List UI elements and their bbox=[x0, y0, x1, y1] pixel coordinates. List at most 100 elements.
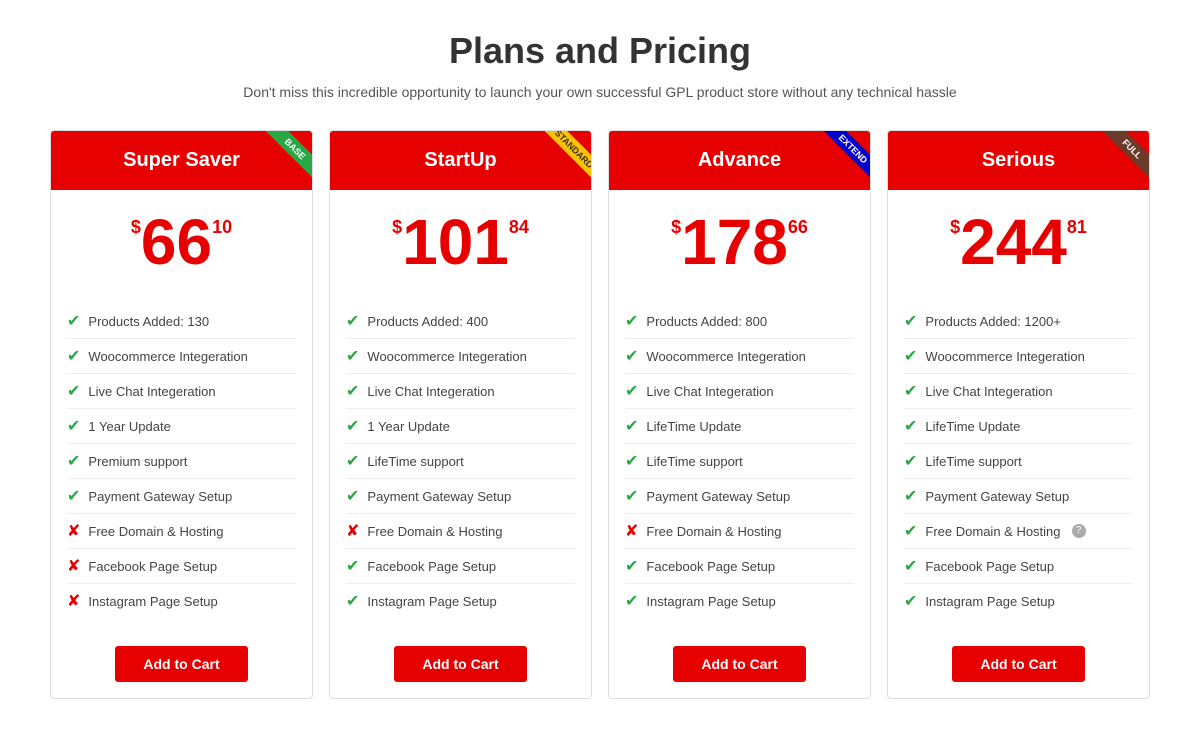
feature-item: ✔Live Chat Integeration bbox=[625, 374, 854, 409]
plan-footer-startup: Add to Cart bbox=[330, 634, 591, 698]
feature-text: LifeTime support bbox=[925, 454, 1021, 469]
feature-item: ✘Instagram Page Setup bbox=[67, 584, 296, 618]
help-icon[interactable]: ? bbox=[1072, 524, 1086, 538]
add-to-cart-button-serious[interactable]: Add to Cart bbox=[952, 646, 1084, 682]
cross-icon: ✘ bbox=[625, 521, 638, 541]
plan-badge-serious: FULL bbox=[1089, 131, 1149, 190]
feature-item: ✔ Woocommerce Integeration bbox=[67, 339, 296, 374]
plan-header-startup: StartUpSTANDARD bbox=[330, 131, 591, 190]
feature-item: ✔Free Domain & Hosting? bbox=[904, 514, 1133, 549]
cross-icon: ✘ bbox=[346, 521, 359, 541]
feature-text: Payment Gateway Setup bbox=[646, 489, 790, 504]
feature-item: ✔LifeTime Update bbox=[904, 409, 1133, 444]
page-title: Plans and Pricing bbox=[449, 30, 751, 72]
feature-text: LifeTime Update bbox=[646, 419, 741, 434]
feature-item: ✘Free Domain & Hosting bbox=[67, 514, 296, 549]
feature-item: ✔ Instagram Page Setup bbox=[904, 584, 1133, 618]
check-icon: ✔ bbox=[904, 486, 917, 506]
feature-text: LifeTime Update bbox=[925, 419, 1020, 434]
price-cents-serious: 81 bbox=[1067, 218, 1087, 236]
cross-icon: ✘ bbox=[67, 556, 80, 576]
feature-text: Payment Gateway Setup bbox=[88, 489, 232, 504]
plan-badge-advance: EXTEND bbox=[810, 131, 870, 190]
page-subtitle: Don't miss this incredible opportunity t… bbox=[243, 84, 956, 100]
check-icon: ✔ bbox=[904, 556, 917, 576]
check-icon: ✔ bbox=[346, 381, 359, 401]
plan-card-startup: StartUpSTANDARD $10184 ✔Products Added: 40… bbox=[329, 130, 592, 699]
feature-text: Woocommerce Integeration bbox=[925, 349, 1084, 364]
price-main-super-saver: 66 bbox=[141, 210, 212, 274]
check-icon: ✔ bbox=[346, 591, 359, 611]
feature-text: Free Domain & Hosting bbox=[88, 524, 223, 539]
check-icon: ✔ bbox=[67, 311, 80, 331]
feature-text: Products Added: 1200+ bbox=[925, 314, 1061, 329]
feature-item: ✔ LifeTime support bbox=[904, 444, 1133, 479]
check-icon: ✔ bbox=[904, 311, 917, 331]
plan-badge-startup: STANDARD bbox=[531, 131, 591, 190]
add-to-cart-button-super-saver[interactable]: Add to Cart bbox=[115, 646, 247, 682]
feature-text: Payment Gateway Setup bbox=[925, 489, 1069, 504]
feature-text: LifeTime support bbox=[367, 454, 463, 469]
plan-badge-label-serious: FULL bbox=[1102, 131, 1149, 179]
price-cents-super-saver: 10 bbox=[212, 218, 232, 236]
feature-text: Free Domain & Hosting bbox=[367, 524, 502, 539]
check-icon: ✔ bbox=[67, 346, 80, 366]
check-icon: ✔ bbox=[625, 556, 638, 576]
price-main-advance: 178 bbox=[681, 210, 788, 274]
feature-text: Facebook Page Setup bbox=[88, 559, 217, 574]
feature-text: Woocommerce Integeration bbox=[88, 349, 247, 364]
feature-item: ✔ Live Chat Integeration bbox=[904, 374, 1133, 409]
plan-features-startup: ✔Products Added: 400 ✔ Woocommerce Integer… bbox=[330, 294, 591, 634]
plan-footer-serious: Add to Cart bbox=[888, 634, 1149, 698]
plan-badge-label-startup: STANDARD bbox=[544, 131, 591, 179]
feature-text: Instagram Page Setup bbox=[925, 594, 1054, 609]
price-cents-startup: 84 bbox=[509, 218, 529, 236]
feature-text: Products Added: 800 bbox=[646, 314, 767, 329]
feature-item: ✘ Free Domain & Hosting bbox=[625, 514, 854, 549]
plan-badge-label-advance: EXTEND bbox=[823, 131, 870, 179]
feature-text: Free Domain & Hosting bbox=[646, 524, 781, 539]
feature-text: Premium support bbox=[88, 454, 187, 469]
plan-price-startup: $10184 bbox=[330, 190, 591, 294]
price-cents-advance: 66 bbox=[788, 218, 808, 236]
feature-text: Woocommerce Integeration bbox=[646, 349, 805, 364]
feature-item: ✔Live Chat Integeration bbox=[67, 374, 296, 409]
check-icon: ✔ bbox=[904, 381, 917, 401]
feature-text: Live Chat Integeration bbox=[88, 384, 215, 399]
feature-item: ✔Products Added: 400 bbox=[346, 304, 575, 339]
feature-item: ✔Instagram Page Setup bbox=[625, 584, 854, 618]
feature-item: ✔Facebook Page Setup bbox=[904, 549, 1133, 584]
plan-features-super-saver: ✔Products Added: 130✔Woocommerce Integer… bbox=[51, 294, 312, 634]
add-to-cart-button-advance[interactable]: Add to Cart bbox=[673, 646, 805, 682]
feature-item: ✔Instagram Page Setup bbox=[346, 584, 575, 618]
feature-item: ✔Woocommerce Integeration bbox=[904, 339, 1133, 374]
feature-item: ✔Live Chat Integeration bbox=[346, 374, 575, 409]
price-main-serious: 244 bbox=[960, 210, 1067, 274]
feature-item: ✔Woocommerce Integeration bbox=[625, 339, 854, 374]
price-dollar-serious: $ bbox=[950, 218, 960, 236]
price-display-advance: $17866 bbox=[671, 210, 808, 274]
feature-item: ✔1 Year Update bbox=[346, 409, 575, 444]
check-icon: ✔ bbox=[904, 591, 917, 611]
feature-item: ✔ LifeTime support bbox=[346, 444, 575, 479]
check-icon: ✔ bbox=[67, 416, 80, 436]
feature-text: Live Chat Integeration bbox=[925, 384, 1052, 399]
feature-item: ✔Payment Gateway Setup bbox=[346, 479, 575, 514]
feature-item: ✔LifeTime support bbox=[625, 444, 854, 479]
plan-badge-super-saver: BASE bbox=[252, 131, 312, 190]
feature-text: Instagram Page Setup bbox=[88, 594, 217, 609]
check-icon: ✔ bbox=[67, 486, 80, 506]
check-icon: ✔ bbox=[904, 451, 917, 471]
check-icon: ✔ bbox=[346, 451, 359, 471]
price-dollar-super-saver: $ bbox=[131, 218, 141, 236]
feature-item: ✘ Facebook Page Setup bbox=[67, 549, 296, 584]
feature-text: Woocommerce Integeration bbox=[367, 349, 526, 364]
plan-price-super-saver: $6610 bbox=[51, 190, 312, 294]
feature-item: ✔Facebook Page Setup bbox=[625, 549, 854, 584]
price-display-startup: $10184 bbox=[392, 210, 529, 274]
add-to-cart-button-startup[interactable]: Add to Cart bbox=[394, 646, 526, 682]
plan-price-serious: $24481 bbox=[888, 190, 1149, 294]
feature-item: ✔LifeTime Update bbox=[625, 409, 854, 444]
plan-features-advance: ✔Products Added: 800✔Woocommerce Integer… bbox=[609, 294, 870, 634]
feature-item: ✔Products Added: 800 bbox=[625, 304, 854, 339]
